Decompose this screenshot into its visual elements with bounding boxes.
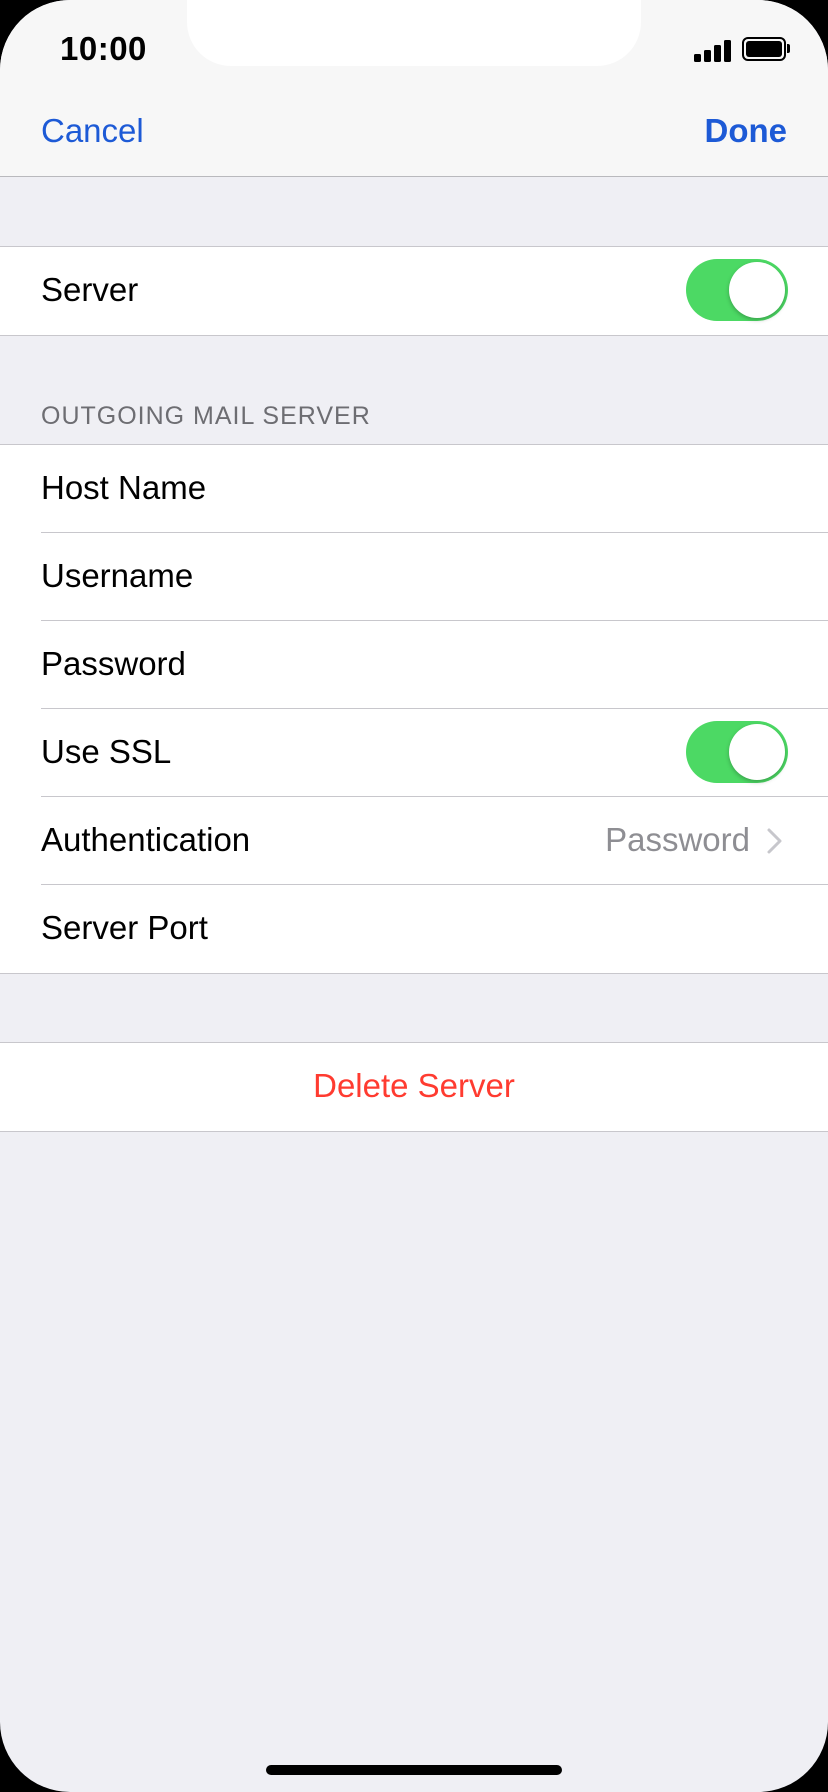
server-toggle[interactable] [686, 259, 788, 321]
use-ssl-row: Use SSL [0, 709, 828, 797]
username-row[interactable]: Username [0, 533, 828, 621]
toggle-knob [729, 724, 785, 780]
server-row: Server [0, 247, 828, 335]
server-port-label: Server Port [41, 909, 208, 946]
navigation-bar: Cancel Done [0, 88, 828, 177]
use-ssl-toggle[interactable] [686, 721, 788, 783]
use-ssl-label: Use SSL [41, 733, 172, 770]
done-button[interactable]: Done [705, 112, 788, 150]
toggle-knob [729, 262, 785, 318]
delete-server-button[interactable]: Delete Server [0, 1043, 828, 1131]
cancel-button[interactable]: Cancel [41, 112, 144, 150]
battery-icon [742, 37, 790, 61]
authentication-row[interactable]: Authentication Password [0, 797, 828, 885]
phone-screen: 10:00 Cancel Done Server OUTGOING MAIL S… [0, 0, 828, 1792]
server-port-row[interactable]: Server Port [0, 885, 828, 973]
chevron-right-icon [767, 828, 782, 854]
authentication-value: Password [605, 821, 750, 858]
notch [187, 0, 641, 66]
authentication-label: Authentication [41, 821, 251, 858]
password-row[interactable]: Password [0, 621, 828, 709]
outgoing-server-group: Host Name Username Password Use SSL Auth… [0, 444, 828, 974]
delete-group: Delete Server [0, 1042, 828, 1132]
section-header-outgoing: OUTGOING MAIL SERVER [41, 402, 371, 430]
server-group: Server [0, 246, 828, 336]
cellular-signal-icon [694, 38, 734, 62]
home-indicator[interactable] [266, 1765, 562, 1775]
host-name-row[interactable]: Host Name [0, 445, 828, 533]
server-label: Server [41, 271, 139, 308]
status-bar: 10:00 [0, 0, 828, 88]
username-label: Username [41, 557, 194, 594]
status-time: 10:00 [60, 30, 147, 67]
delete-server-label: Delete Server [313, 1067, 515, 1104]
host-name-label: Host Name [41, 469, 207, 506]
password-label: Password [41, 645, 186, 682]
